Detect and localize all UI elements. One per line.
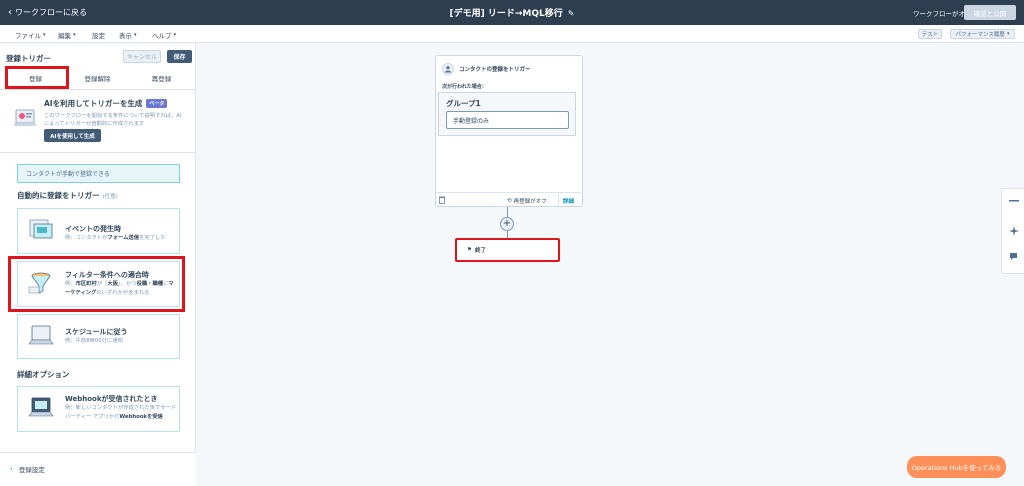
reenroll-status[interactable]: ⟲ 再登録がオフ [507,197,547,205]
chevron-down-icon: ▾ [73,32,76,38]
when-label: 次が行われた場合： [442,84,487,90]
event-card-title: イベントの発生時 [65,225,121,233]
menu-edit-label: 編集 [58,32,71,40]
group-title: グループ1 [446,99,481,108]
pencil-icon[interactable]: ✎ [568,9,575,18]
end-label-text: 終了 [474,248,486,254]
menu-view[interactable]: 表示 ▾ [119,30,137,40]
filter-group[interactable]: グループ1 手動登録のみ [438,92,576,136]
workflow-title-text: [デモ用] リード→MQL移行 [449,9,563,19]
chevron-right-icon: › [10,465,13,473]
menu-settings[interactable]: 設定 [92,30,105,40]
trash-icon[interactable] [439,196,445,206]
event-desc-bold: フォーム送信 [107,235,140,241]
workflow-title[interactable]: [デモ用] リード→MQL移行 ✎ [0,6,1024,19]
operations-hub-button[interactable]: Operations Hubを使ってみる [907,456,1006,478]
sparkle-icon[interactable] [1008,225,1019,236]
advanced-section-title: 詳細オプション [17,370,70,379]
menu-edit[interactable]: 編集 ▾ [58,30,76,40]
menu-bar: ファイル ▾ 編集 ▾ 設定 表示 ▾ ヘルプ ▾ [0,25,1024,43]
flag-icon: ⚑ [467,247,472,253]
comment-icon[interactable] [1008,251,1019,262]
tab-reenroll[interactable]: 再登録 [132,73,191,83]
chevron-down-icon: ▾ [134,32,137,38]
refresh-icon: ⟲ [507,198,512,204]
schedule-trigger-card[interactable]: スケジュールに従う 例：午前8時00分に通知 [17,314,180,359]
event-card-desc: 例：コンタクトがフォーム送信を完了した [65,234,177,243]
top-header: ‹ ワークフローに戻る [デモ用] リード→MQL移行 ✎ ワークフローがオフ 確… [0,0,1024,25]
enroll-settings-footer[interactable]: › 登録設定 [0,452,196,486]
workflow-canvas[interactable] [197,44,997,486]
chevron-down-icon: ▾ [43,32,46,38]
cancel-button[interactable]: キャンセル [123,50,161,63]
schedule-card-title: スケジュールに従う [65,328,128,336]
minimize-icon[interactable] [1008,195,1019,206]
beta-badge: ベータ [146,99,168,108]
menu-help-label: ヘルプ [152,32,172,40]
performance-history-button[interactable]: パフォーマンス履歴 ▾ [950,29,1015,39]
menu-view-label: 表示 [119,32,132,40]
chevron-down-icon: ▾ [173,32,177,38]
right-tool-rail [1001,188,1024,274]
end-node: ⚑ 終了 [455,238,560,262]
menu-help[interactable]: ヘルプ ▾ [152,30,176,40]
highlight-box [5,66,69,89]
menu-settings-label: 設定 [92,32,105,40]
add-action-plus-icon[interactable]: + [500,217,514,231]
optional-label: (任意) [102,194,118,200]
trigger-card-title: コンタクトの登録をトリガー [459,67,531,73]
webhook-laptop-icon [28,397,54,417]
enroll-settings-label: 登録設定 [18,466,45,474]
trigger-card-footer: ⟲ 再登録がオフ 詳細 [435,192,583,207]
connector-line [507,207,508,217]
review-publish-button[interactable]: 確認と公開 [964,5,1016,20]
divider [0,152,196,153]
performance-history-label: パフォーマンス履歴 [955,32,1005,38]
ai-title-text: AIを利用してトリガーを生成 [44,99,143,108]
event-desc-post: を完了した [139,235,166,241]
webhook-card-desc: 例：新しいコンタクトが作成された後でサードパーティー アプリからWebhookを… [65,404,177,422]
enroll-settings-toggle[interactable]: › 登録設定 [10,464,45,474]
auto-trigger-title-text: 自動的に登録をトリガー [17,191,100,200]
auto-trigger-section-title: 自動的に登録をトリガー (任意) [17,190,118,201]
event-desc-pre: 例：コンタクトが [65,235,108,241]
ai-generate-title: AIを利用してトリガーを生成 ベータ [44,98,168,109]
trigger-card-header: コンタクトの登録をトリガー [442,63,531,75]
schedule-card-desc: 例：午前8時00分に通知 [65,338,123,344]
chevron-down-icon: ▾ [1006,31,1010,37]
ai-generate-button[interactable]: AIを使用して生成 [44,129,101,142]
save-button[interactable]: 保存 [167,50,192,63]
menu-file-label: ファイル [15,32,41,40]
schedule-laptop-icon [28,325,54,345]
menu-file[interactable]: ファイル ▾ [15,30,46,40]
ai-laptop-icon [14,109,36,126]
condition-box[interactable]: 手動登録のみ [446,111,569,129]
manual-enroll-notice: コンタクトが手動で登録できる [17,164,180,183]
panel-title: 登録トリガー [6,54,51,63]
details-link[interactable]: 詳細 [558,194,574,207]
ai-description: このワークフローを開始する条件について説明すれば、AIによってトリガーが自動的に… [44,113,182,127]
end-label: ⚑ 終了 [467,246,486,254]
connector-line [507,231,508,238]
webhook-card-title: Webhookが受信されたとき [65,395,158,403]
webhook-trigger-card[interactable]: Webhookが受信されたとき 例：新しいコンタクトが作成された後でサードパーテ… [17,386,180,432]
workflow-status: ワークフローがオフ [913,10,972,18]
reenroll-label: 再登録がオフ [513,199,547,205]
tab-unenroll[interactable]: 登録解除 [68,73,127,83]
contact-icon [442,63,454,75]
event-screen-icon [29,219,53,239]
test-button[interactable]: テスト [918,29,942,39]
highlight-box [8,256,185,312]
webhook-desc-bold: Webhookを受信 [119,414,163,420]
event-trigger-card[interactable]: イベントの発生時 例：コンタクトがフォーム送信を完了した [17,208,180,254]
